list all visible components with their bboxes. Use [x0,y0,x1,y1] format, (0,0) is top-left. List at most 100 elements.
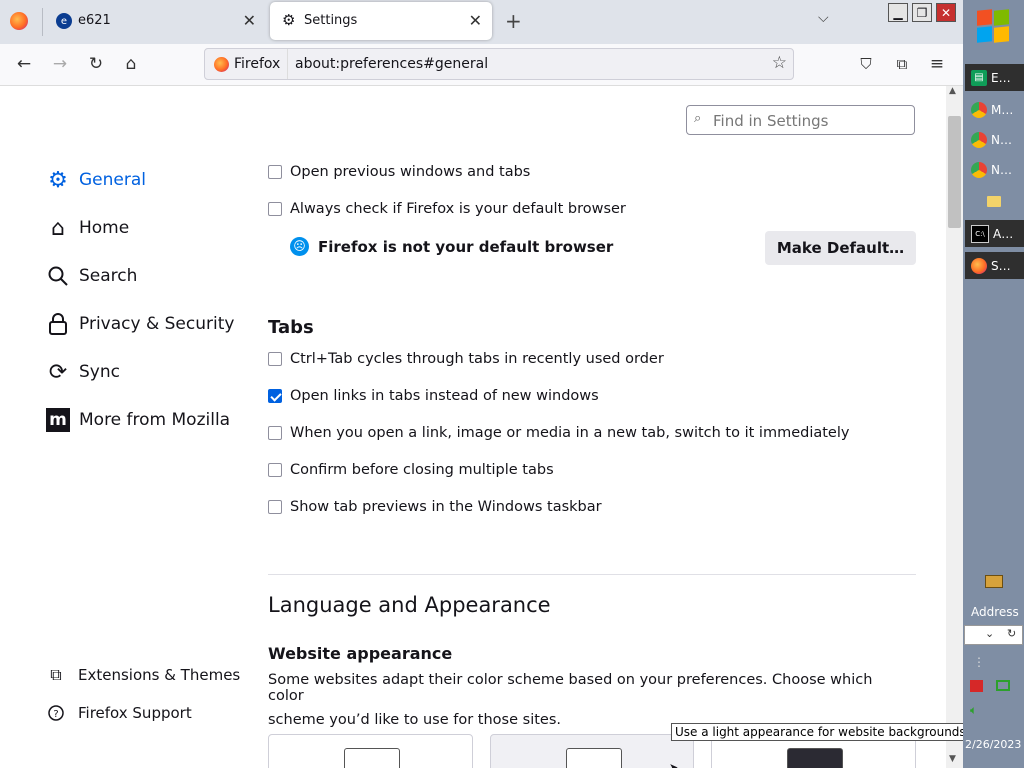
extensions-themes-link[interactable]: ⧉ Extensions & Themes [46,665,240,685]
checkbox-label: Ctrl+Tab cycles through tabs in recently… [290,351,664,367]
taskbar-item-chrome-1[interactable]: M… [965,96,1024,123]
star-icon[interactable]: ☆ [772,53,787,73]
page-scrollbar[interactable]: ▲ ▼ [946,86,963,768]
help-icon: ? [46,703,66,723]
chevron-down-icon[interactable]: ⌄ [985,627,994,640]
chrome-icon [971,101,987,118]
tab-bar: e e621 ✕ ⚙ Settings ✕ + ⌵ ▁ ❐ ✕ [0,0,963,44]
close-tab-icon[interactable]: ✕ [243,11,256,30]
sad-face-icon: ☹ [290,237,309,256]
category-search[interactable]: Search [46,264,137,288]
checkbox-label: Always check if Firefox is your default … [290,201,626,217]
extensions-icon[interactable]: ⧉ [891,53,913,75]
tab-e621[interactable]: e e621 ✕ [44,0,266,42]
checkbox-label: When you open a link, image or media in … [290,425,850,441]
url-bar[interactable]: Firefox about:preferences#general ☆ [204,48,794,80]
checkbox[interactable] [268,202,282,216]
close-window-button[interactable]: ✕ [936,3,956,22]
close-tab-icon[interactable]: ✕ [469,11,482,30]
pocket-icon[interactable]: ⛉ [855,53,877,75]
category-privacy[interactable]: Privacy & Security [46,312,234,336]
checkbox[interactable] [268,500,282,514]
checkbox[interactable] [268,463,282,477]
back-button[interactable]: ← [13,53,35,75]
browser-window: e e621 ✕ ⚙ Settings ✕ + ⌵ ▁ ❐ ✕ ← → ↻ ⌂ … [0,0,963,768]
minimize-button[interactable]: ▁ [888,3,908,22]
nav-bar: ← → ↻ ⌂ Firefox about:preferences#genera… [0,44,963,86]
clock[interactable]: 2/26/2023 [965,738,1021,751]
taskbar-item-firefox[interactable]: S… [965,252,1024,279]
taskbar-label: S… [991,258,1011,273]
start-button[interactable] [977,9,1011,44]
footer-label: Extensions & Themes [78,666,241,684]
tab-label: e621 [78,13,111,28]
mouse-cursor-icon: ➤ [669,761,679,768]
firefox-menu-icon[interactable] [10,12,28,30]
address-toolbar-input[interactable]: ⌄ ↻ [964,625,1023,645]
taskbar-item-folder[interactable] [965,188,1024,215]
checkbox[interactable] [268,165,282,179]
appearance-light-option[interactable]: ➤ [490,734,694,768]
folder-icon [987,196,1001,207]
tab-settings[interactable]: ⚙ Settings ✕ [270,2,492,40]
home-icon: ⌂ [51,215,65,241]
checkbox[interactable] [268,352,282,366]
refresh-icon[interactable]: ↻ [1007,627,1016,640]
tray-overflow-icon[interactable]: ⋮ [973,655,985,669]
category-sync[interactable]: ⟳ Sync [46,360,120,385]
open-links-in-tabs-checkbox-row[interactable]: Open links in tabs instead of new window… [268,388,599,404]
search-icon [46,264,70,288]
category-general[interactable]: ⚙ General [46,168,146,193]
switch-to-new-tab-checkbox-row[interactable]: When you open a link, image or media in … [268,425,849,441]
scroll-down-arrow[interactable]: ▼ [949,754,956,764]
make-default-button[interactable]: Make Default… [765,231,916,265]
always-check-default-checkbox-row[interactable]: Always check if Firefox is your default … [268,201,626,217]
taskbar: ▤ E… M… N… N… C:\ A… S… Address ⌄ ↻ ⋮ 🔈︎… [963,0,1024,768]
taskbar-label: N… [991,132,1012,147]
find-in-settings[interactable]: ⌕ [686,105,915,135]
firefox-icon [214,56,229,72]
menu-icon[interactable]: ≡ [926,53,948,75]
firefox-icon [971,257,987,274]
taskbar-item-chrome-3[interactable]: N… [965,156,1024,183]
firefox-support-link[interactable]: ? Firefox Support [46,703,192,723]
search-input[interactable] [711,110,910,132]
language-appearance-title: Language and Appearance [268,593,551,617]
description-line: Some websites adapt their color scheme b… [268,672,873,704]
website-appearance-description: Some websites adapt their color scheme b… [268,672,908,728]
keyboard-icon[interactable] [985,575,1003,588]
command-prompt-icon: C:\ [971,224,989,243]
restore-button[interactable]: ❐ [912,3,932,22]
new-tab-button[interactable]: + [505,9,522,33]
list-all-tabs-button[interactable]: ⌵ [818,10,829,26]
forward-button[interactable]: → [49,53,71,75]
taskbar-item-sheets[interactable]: ▤ E… [965,64,1024,91]
network-icon[interactable] [996,680,1010,691]
volume-icon[interactable]: 🔈︎ [970,703,977,718]
window-preview-icon [787,748,843,768]
checkbox-label: Show tab previews in the Windows taskbar [290,499,602,515]
home-button[interactable]: ⌂ [120,53,142,75]
section-divider [268,574,916,575]
checkbox[interactable] [268,389,282,403]
category-label: Privacy & Security [79,314,235,334]
scroll-up-arrow[interactable]: ▲ [949,86,956,96]
taskbar-item-chrome-2[interactable]: N… [965,126,1024,153]
category-more-from-mozilla[interactable]: m More from Mozilla [46,408,230,432]
url-text[interactable]: about:preferences#general [295,56,488,72]
category-label: Sync [79,362,120,382]
taskbar-item-cmd[interactable]: C:\ A… [965,220,1024,247]
checkbox[interactable] [268,426,282,440]
identity-box[interactable]: Firefox [205,49,288,79]
ctrl-tab-checkbox-row[interactable]: Ctrl+Tab cycles through tabs in recently… [268,351,664,367]
category-home[interactable]: ⌂ Home [46,215,130,241]
tab-previews-checkbox-row[interactable]: Show tab previews in the Windows taskbar [268,499,602,515]
scroll-thumb[interactable] [948,116,961,228]
category-label: Home [79,218,130,238]
flag-icon[interactable] [970,680,983,692]
appearance-automatic-option[interactable] [268,734,473,768]
open-previous-checkbox-row[interactable]: Open previous windows and tabs [268,164,530,180]
reload-button[interactable]: ↻ [85,53,107,75]
confirm-close-tabs-checkbox-row[interactable]: Confirm before closing multiple tabs [268,462,554,478]
svg-text:?: ? [53,709,58,720]
